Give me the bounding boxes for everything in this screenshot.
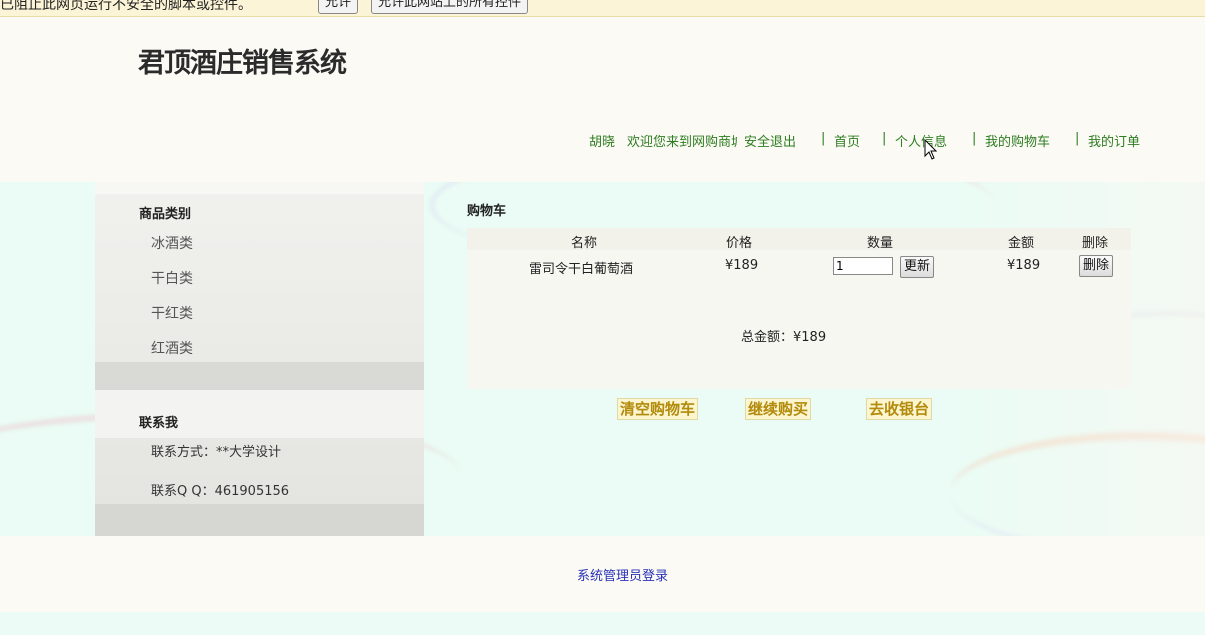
nav-separator: |	[821, 131, 826, 146]
nav-separator: |	[972, 131, 977, 146]
contact-method: 联系方式：**大学设计	[151, 445, 282, 460]
category-item-dry-red[interactable]: 干红类	[151, 303, 193, 323]
continue-shopping-button[interactable]: 继续购买	[745, 398, 812, 420]
clear-cart-button[interactable]: 清空购物车	[617, 398, 699, 420]
category-item-icewine[interactable]: 冰酒类	[151, 233, 193, 253]
delete-item-button[interactable]: 删除	[1079, 255, 1114, 277]
sidebar-band	[95, 504, 424, 536]
column-header-name: 名称	[571, 236, 598, 251]
column-header-price: 价格	[726, 236, 753, 251]
update-quantity-button[interactable]: 更新	[900, 256, 935, 278]
cart-title: 购物车	[467, 204, 507, 219]
cart-item-price: ¥189	[725, 258, 759, 273]
admin-login-link[interactable]: 系统管理员登录	[577, 565, 668, 584]
allow-all-controls-button[interactable]: 允许此网站上的所有控件	[371, 0, 529, 14]
category-item-dry-white[interactable]: 干白类	[151, 268, 193, 288]
nav-separator: |	[882, 131, 887, 146]
category-item-red-wine[interactable]: 红酒类	[151, 338, 193, 358]
categories-heading: 商品类别	[139, 207, 192, 222]
cart-item-name: 雷司令干白葡萄酒	[529, 262, 634, 277]
nav-welcome-text: 欢迎您来到网购商城	[627, 135, 737, 150]
nav-home-link[interactable]: 首页	[834, 131, 860, 150]
checkout-button[interactable]: 去收银台	[866, 398, 933, 420]
nav-separator: |	[1075, 131, 1080, 146]
cart-total: 总金额：¥189	[741, 330, 827, 345]
column-header-amount: 金额	[1008, 236, 1035, 251]
security-infobar: 已阻止此网页运行不安全的脚本或控件。 允许 允许此网站上的所有控件	[0, 0, 1205, 17]
nav-my-orders-link[interactable]: 我的订单	[1088, 131, 1140, 150]
nav-profile-link[interactable]: 个人信息	[895, 131, 947, 150]
sidebar-band	[95, 362, 424, 390]
allow-button[interactable]: 允许	[318, 0, 359, 14]
site-title: 君顶酒庄销售系统	[138, 48, 347, 79]
infobar-message: 已阻止此网页运行不安全的脚本或控件。	[0, 0, 252, 13]
bottom-strip	[0, 612, 1205, 635]
cart-item-amount: ¥189	[1007, 258, 1041, 273]
column-header-quantity: 数量	[867, 236, 894, 251]
nav-logout-link[interactable]: 安全退出	[744, 131, 796, 150]
sidebar: 商品类别 冰酒类 干白类 干红类 红酒类 联系我 联系方式：**大学设计 联系Q…	[95, 182, 424, 536]
page-footer: 系统管理员登录	[0, 536, 1205, 612]
nav-username: 胡晓	[589, 135, 616, 150]
sidebar-band	[95, 182, 424, 194]
contact-heading: 联系我	[139, 416, 179, 431]
nav-my-cart-link[interactable]: 我的购物车	[985, 131, 1050, 150]
contact-qq: 联系Q Q：461905156	[151, 484, 290, 499]
quantity-input[interactable]	[833, 257, 893, 275]
column-header-delete: 删除	[1082, 236, 1109, 251]
page-header: 君顶酒庄销售系统 胡晓 欢迎您来到网购商城 安全退出 | 首页 | 个人信息 |…	[0, 17, 1205, 182]
cart-table: 名称 价格 数量 金额 删除 雷司令干白葡萄酒 ¥189 更新 ¥189 删除 …	[467, 228, 1131, 389]
